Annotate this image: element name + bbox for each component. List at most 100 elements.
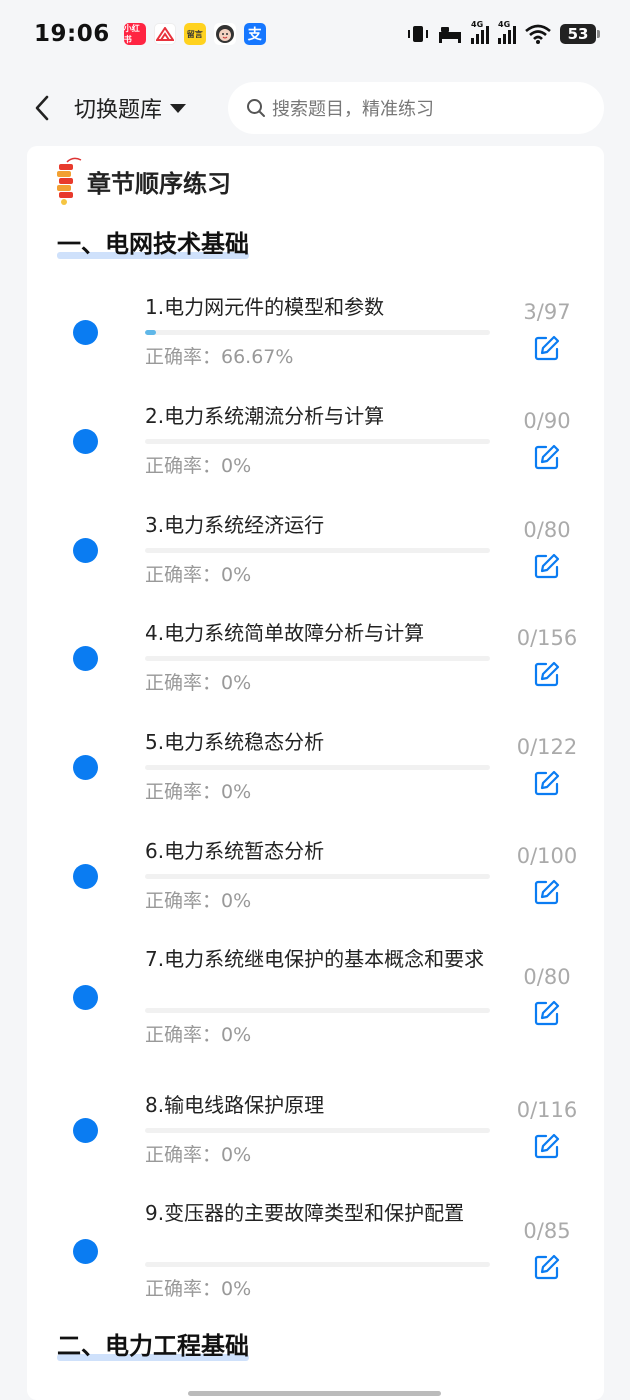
status-bar: 19:06 小红书 留言 支 4G 4G 53 [0,0,630,68]
chevron-left-icon [35,95,49,121]
chapter-status-dot [73,1118,98,1143]
chapter-title: 8.输电线路保护原理 [145,1093,325,1117]
chapter-progress-bar [145,1128,490,1133]
chapter-title: 1.电力网元件的模型和参数 [145,295,385,319]
edit-practice-button[interactable] [533,999,561,1027]
search-icon [247,99,265,117]
chapter-progress-bar [145,439,490,444]
chapter-progress-bar [145,765,490,770]
card-title: 章节顺序练习 [87,169,231,198]
chapter-accuracy: 正确率：0% [145,1278,252,1300]
mountain-app-icon [153,23,176,45]
edit-icon [534,335,560,361]
avatar-app-icon [213,23,236,45]
chapter-row[interactable]: 5.电力系统稳态分析 正确率：0% 0/122 [27,725,604,821]
section-heading: 一、电网技术基础 [57,230,249,259]
caret-down-icon [170,103,187,113]
chapter-count: 0/80 [523,965,571,989]
edit-icon [534,1000,560,1026]
vibrate-icon [408,26,428,42]
chapter-row[interactable]: 8.输电线路保护原理 正确率：0% 0/116 [27,1088,604,1184]
edit-icon [534,1254,560,1280]
chapter-count: 0/80 [523,518,571,542]
chapter-row[interactable]: 6.电力系统暂态分析 正确率：0% 0/100 [27,834,604,930]
edit-icon [534,553,560,579]
chapter-status-dot [73,755,98,780]
edit-practice-button[interactable] [533,334,561,362]
back-button[interactable] [22,88,62,128]
chapter-accuracy: 正确率：0% [145,890,252,912]
chapter-accuracy: 正确率：0% [145,1024,252,1046]
chapter-accuracy: 正确率：0% [145,455,252,477]
chapter-progress-fill [145,330,156,335]
chapter-progress-bar [145,874,490,879]
edit-practice-button[interactable] [533,769,561,797]
chapter-row[interactable]: 1.电力网元件的模型和参数 正确率：66.67% 3/97 [27,290,604,386]
chapter-progress-bar [145,1262,490,1267]
edit-practice-button[interactable] [533,443,561,471]
battery-icon: 53 [560,24,600,44]
chapter-count: 0/122 [516,735,578,759]
search-input[interactable]: 搜索题目，精准练习 [228,82,604,134]
chapter-status-dot [73,429,98,454]
notification-icons: 小红书 留言 支 [123,23,266,45]
chapter-status-dot [73,985,98,1010]
chapter-accuracy: 正确率：0% [145,1144,252,1166]
chapter-progress-bar [145,656,490,661]
chapter-accuracy: 正确率：0% [145,564,252,586]
firecracker-icon [57,157,82,205]
chapter-title: 7.电力系统继电保护的基本概念和要求 [145,947,485,971]
section-heading: 二、电力工程基础 [57,1332,249,1361]
chapter-title: 6.电力系统暂态分析 [145,839,325,863]
chapter-title: 3.电力系统经济运行 [145,513,325,537]
edit-practice-button[interactable] [533,1132,561,1160]
chapter-row[interactable]: 7.电力系统继电保护的基本概念和要求 正确率：0% 0/80 [27,942,604,1064]
chapter-row[interactable]: 2.电力系统潮流分析与计算 正确率：0% 0/90 [27,399,604,495]
chapter-row[interactable]: 4.电力系统简单故障分析与计算 正确率：0% 0/156 [27,616,604,712]
edit-icon [534,770,560,796]
card-header: 章节顺序练习 [53,156,231,206]
edit-icon [534,879,560,905]
chapter-status-dot [73,1239,98,1264]
chapter-row[interactable]: 9.变压器的主要故障类型和保护配置 正确率：0% 0/85 [27,1196,604,1318]
alipay-app-icon: 支 [243,23,266,45]
chapter-count: 0/100 [516,844,578,868]
chapter-status-dot [73,864,98,889]
sleep-mode-icon [439,27,461,43]
xiaohongshu-app-icon: 小红书 [123,23,146,45]
signal-4g-2-icon: 4G [498,20,516,44]
chapter-accuracy: 正确率：0% [145,672,252,694]
home-indicator[interactable] [188,1391,441,1396]
chapter-progress-bar [145,330,490,335]
search-placeholder: 搜索题目，精准练习 [272,99,434,120]
chapter-accuracy: 正确率：0% [145,781,252,803]
edit-practice-button[interactable] [533,878,561,906]
chapter-title: 4.电力系统简单故障分析与计算 [145,621,425,645]
edit-icon [534,444,560,470]
chapter-count: 3/97 [523,300,571,324]
switch-question-bank-dropdown[interactable]: 切换题库 [74,92,187,124]
edit-practice-button[interactable] [533,1253,561,1281]
chapter-title: 9.变压器的主要故障类型和保护配置 [145,1201,465,1225]
wifi-icon [525,24,551,44]
chapter-title: 2.电力系统潮流分析与计算 [145,404,385,428]
chapter-count: 0/116 [516,1098,578,1122]
chapter-count: 0/85 [523,1219,571,1243]
edit-icon [534,661,560,687]
top-nav: 切换题库 搜索题目，精准练习 [0,78,630,138]
edit-icon [534,1133,560,1159]
system-status: 4G 4G 53 [407,20,600,44]
chapter-row[interactable]: 3.电力系统经济运行 正确率：0% 0/80 [27,508,604,604]
chapter-status-dot [73,646,98,671]
chapter-count: 0/90 [523,409,571,433]
chapter-status-dot [73,320,98,345]
chapter-practice-card: 章节顺序练习 一、电网技术基础 1.电力网元件的模型和参数 正确率：66.67% 3… [27,146,604,1400]
chapter-status-dot [73,538,98,563]
edit-practice-button[interactable] [533,552,561,580]
message-app-icon: 留言 [183,23,206,45]
chapter-progress-bar [145,1008,490,1013]
chapter-count: 0/156 [516,626,578,650]
edit-practice-button[interactable] [533,660,561,688]
status-time: 19:06 [34,21,110,47]
chapter-accuracy: 正确率：66.67% [145,346,294,368]
